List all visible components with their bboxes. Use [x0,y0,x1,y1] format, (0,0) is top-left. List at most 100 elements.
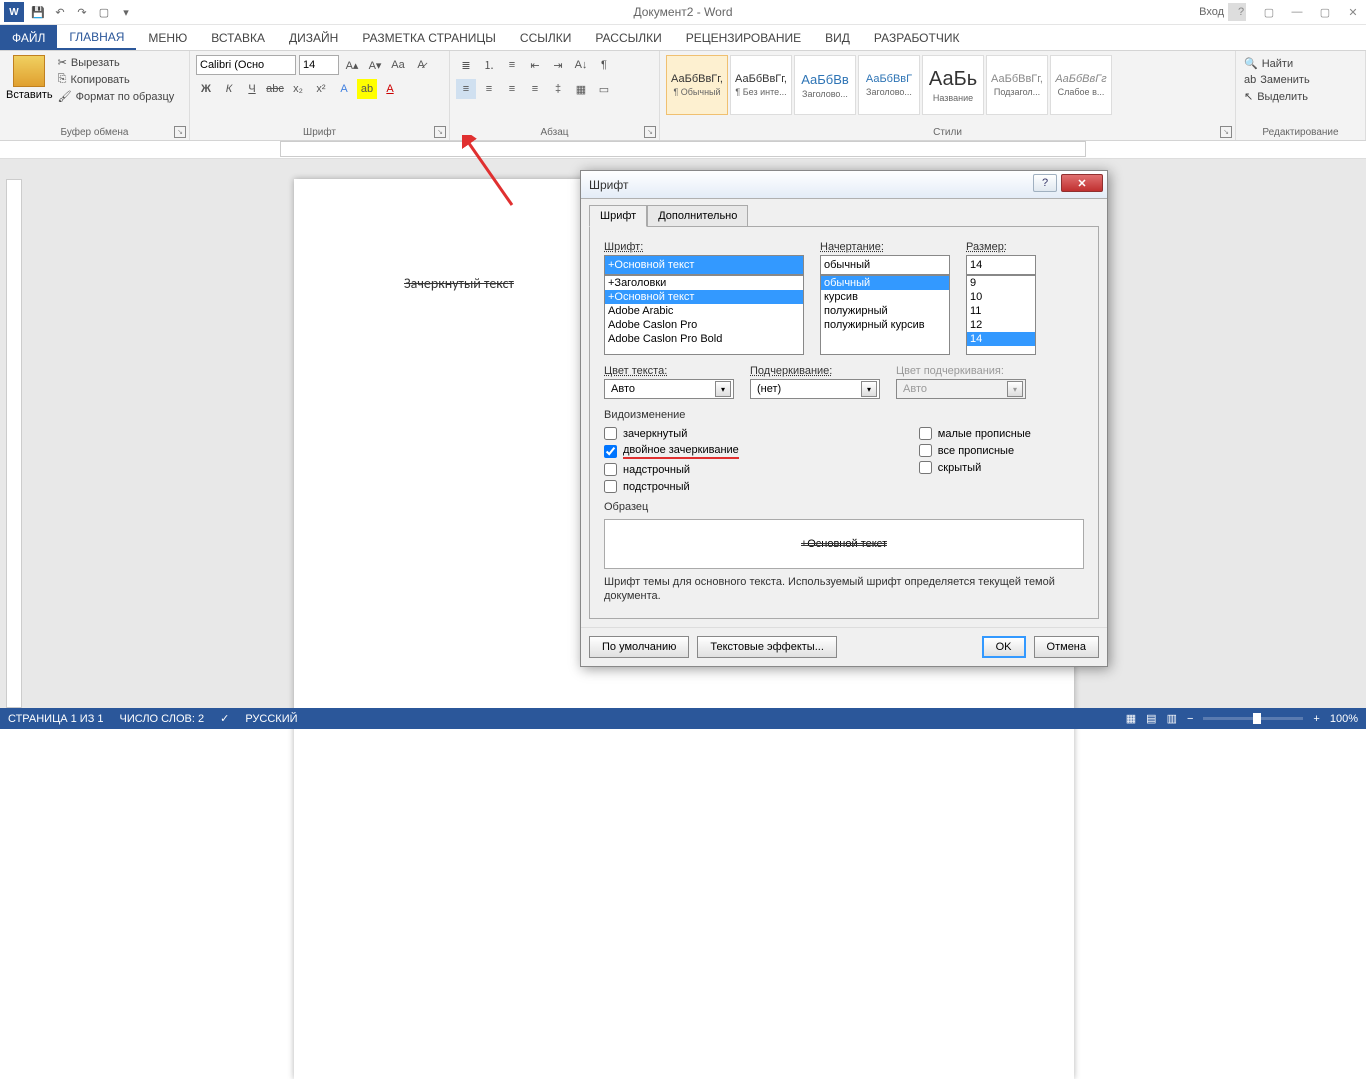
subscript-checkbox[interactable]: подстрочный [604,480,739,493]
dialog-tab-advanced[interactable]: Дополнительно [647,205,748,226]
clear-format-icon[interactable]: A̷ [411,55,431,75]
subscript-button[interactable]: x₂ [288,79,308,99]
font-color-icon[interactable]: A [380,79,400,99]
language-status[interactable]: РУССКИЙ [245,713,297,725]
style-title[interactable]: АаБьНазвание [922,55,984,115]
list-item[interactable]: +Заголовки [605,276,803,290]
superscript-checkbox[interactable]: надстрочный [604,463,739,476]
tab-developer[interactable]: РАЗРАБОТЧИК [862,25,972,50]
qat-dropdown-icon[interactable]: ▾ [116,2,136,22]
tab-design[interactable]: ДИЗАЙН [277,25,350,50]
style-heading1[interactable]: АаБбВвЗаголово... [794,55,856,115]
zoom-level[interactable]: 100% [1330,713,1358,725]
tab-references[interactable]: ССЫЛКИ [508,25,583,50]
tab-file[interactable]: ФАЙЛ [0,25,57,50]
allcaps-checkbox[interactable]: все прописные [919,444,1031,457]
list-item[interactable]: Adobe Caslon Pro [605,318,803,332]
list-item[interactable]: обычный [821,276,949,290]
tab-mailings[interactable]: РАССЫЛКИ [583,25,673,50]
tab-menu[interactable]: Меню [136,25,199,50]
font-name-input[interactable] [604,255,804,275]
clipboard-launcher[interactable]: ↘ [174,126,186,138]
dialog-close-button[interactable]: ✕ [1061,174,1103,192]
cancel-button[interactable]: Отмена [1034,636,1099,658]
undo-icon[interactable]: ↶ [50,2,70,22]
list-item[interactable]: 10 [967,290,1035,304]
save-icon[interactable]: 💾 [28,2,48,22]
zoom-in-button[interactable]: + [1313,713,1319,725]
view-read-icon[interactable]: ▤ [1146,712,1156,725]
bold-button[interactable]: Ж [196,79,216,99]
font-color-dropdown[interactable]: Авто▾ [604,379,734,399]
select-button[interactable]: ↖Выделить [1242,88,1359,105]
set-default-button[interactable]: По умолчанию [589,636,689,658]
ok-button[interactable]: OK [982,636,1026,658]
list-item[interactable]: 9 [967,276,1035,290]
grow-font-icon[interactable]: A▴ [342,55,362,75]
text-effects-button[interactable]: Текстовые эффекты... [697,636,837,658]
horizontal-ruler[interactable] [280,141,1086,157]
redo-icon[interactable]: ↷ [72,2,92,22]
style-normal[interactable]: АаБбВвГг,¶ Обычный [666,55,728,115]
replace-button[interactable]: abЗаменить [1242,72,1359,88]
list-item[interactable]: 11 [967,304,1035,318]
style-listbox[interactable]: обычный курсив полужирный полужирный кур… [820,275,950,355]
numbering-icon[interactable]: ⒈ [479,55,499,75]
list-item[interactable]: Adobe Arabic [605,304,803,318]
text-effects-icon[interactable]: A [334,79,354,99]
style-subtitle[interactable]: АаБбВвГг,Подзагол... [986,55,1048,115]
justify-icon[interactable]: ≡ [525,79,545,99]
list-item[interactable]: Adobe Caslon Pro Bold [605,332,803,346]
style-subtle[interactable]: АаБбВвГгСлабое в... [1050,55,1112,115]
list-item[interactable]: 12 [967,318,1035,332]
document-text[interactable]: Зачеркнутый текст [404,275,514,292]
close-icon[interactable]: ✕ [1340,2,1366,22]
font-name-combo[interactable]: Calibri (Осно [196,55,296,75]
ribbon-options-icon[interactable]: ▢ [1256,2,1282,22]
vertical-ruler[interactable] [6,179,22,708]
format-painter-button[interactable]: 🖌Формат по образцу [57,89,176,104]
font-size-input[interactable] [966,255,1036,275]
align-right-icon[interactable]: ≡ [502,79,522,99]
list-item[interactable]: курсив [821,290,949,304]
help-icon[interactable]: ? [1228,2,1254,22]
shrink-font-icon[interactable]: A▾ [365,55,385,75]
page-status[interactable]: СТРАНИЦА 1 ИЗ 1 [8,713,104,725]
hidden-checkbox[interactable]: скрытый [919,461,1031,474]
minimize-icon[interactable]: — [1284,2,1310,22]
view-web-icon[interactable]: ▥ [1167,712,1177,725]
style-nospacing[interactable]: АаБбВвГг,¶ Без инте... [730,55,792,115]
spellcheck-icon[interactable]: ✓ [220,712,229,725]
list-item[interactable]: полужирный [821,304,949,318]
font-style-input[interactable] [820,255,950,275]
new-doc-icon[interactable]: ▢ [94,2,114,22]
tab-view[interactable]: ВИД [813,25,862,50]
shading-icon[interactable]: ▦ [571,79,591,99]
dec-indent-icon[interactable]: ⇤ [525,55,545,75]
size-listbox[interactable]: 9 10 11 12 14 [966,275,1036,355]
smallcaps-checkbox[interactable]: малые прописные [919,427,1031,440]
multilevel-icon[interactable]: ≡ [502,55,522,75]
font-listbox[interactable]: +Заголовки +Основной текст Adobe Arabic … [604,275,804,355]
paragraph-launcher[interactable]: ↘ [644,126,656,138]
double-strike-checkbox[interactable]: двойное зачеркивание [604,444,739,459]
list-item[interactable]: +Основной текст [605,290,803,304]
strike-checkbox[interactable]: зачеркнутый [604,427,739,440]
tab-review[interactable]: РЕЦЕНЗИРОВАНИЕ [674,25,813,50]
zoom-slider[interactable] [1203,717,1303,720]
view-print-icon[interactable]: ▦ [1126,712,1136,725]
underline-button[interactable]: Ч [242,79,262,99]
align-center-icon[interactable]: ≡ [479,79,499,99]
highlight-icon[interactable]: ab [357,79,377,99]
styles-launcher[interactable]: ↘ [1220,126,1232,138]
underline-dropdown[interactable]: (нет)▾ [750,379,880,399]
dialog-titlebar[interactable]: Шрифт ? ✕ [581,171,1107,199]
borders-icon[interactable]: ▭ [594,79,614,99]
superscript-button[interactable]: x² [311,79,331,99]
dialog-tab-font[interactable]: Шрифт [589,205,647,227]
font-size-combo[interactable]: 14 [299,55,339,75]
font-launcher[interactable]: ↘ [434,126,446,138]
tab-home[interactable]: ГЛАВНАЯ [57,25,136,50]
paste-button[interactable]: Вставить [6,55,53,104]
bullets-icon[interactable]: ≣ [456,55,476,75]
